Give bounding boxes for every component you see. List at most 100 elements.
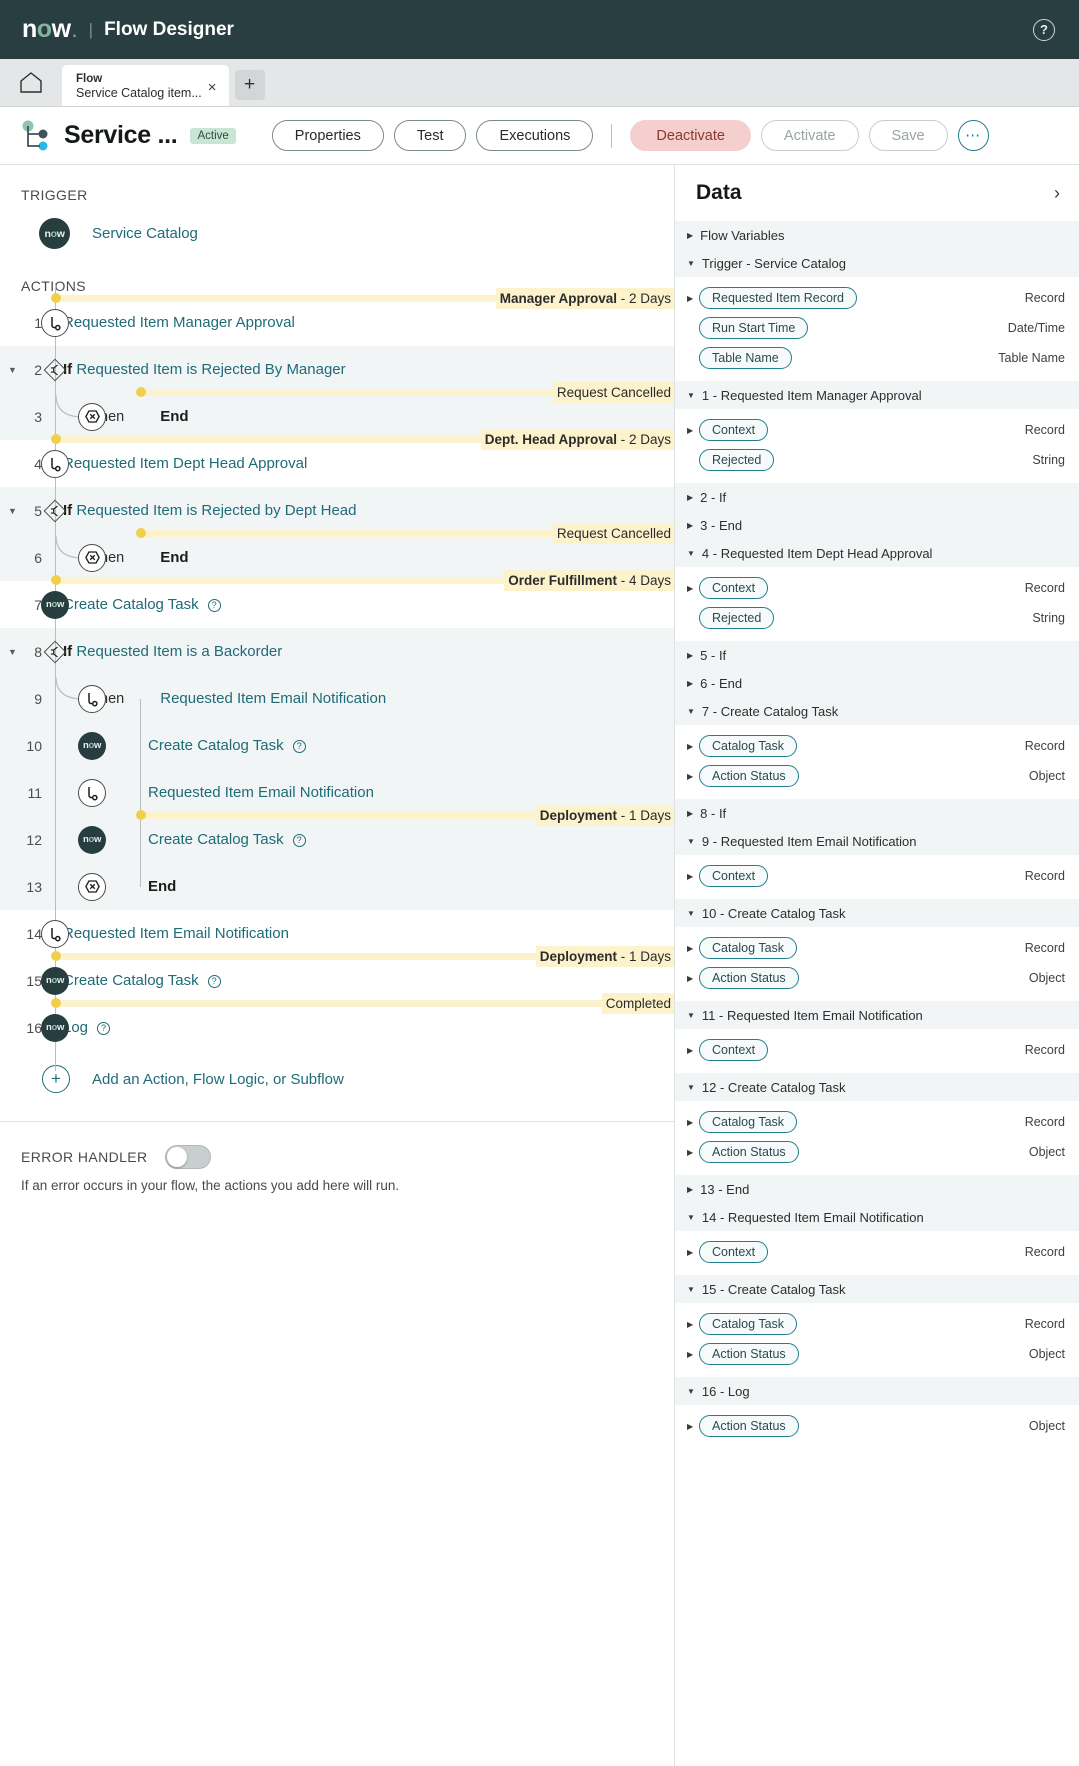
- triangle-right-icon[interactable]: ▶: [687, 426, 699, 435]
- triangle-down-icon[interactable]: ▼: [687, 1011, 695, 1020]
- step-label[interactable]: Requested Item Email Notification: [63, 925, 289, 942]
- triangle-right-icon[interactable]: ▶: [687, 872, 699, 881]
- step-label[interactable]: If Requested Item is Rejected By Manager: [63, 361, 346, 378]
- triangle-down-icon[interactable]: ▼: [687, 1083, 695, 1092]
- step-label[interactable]: Requested Item Email Notification: [148, 784, 374, 801]
- help-icon[interactable]: ?: [207, 598, 221, 612]
- data-group-header[interactable]: ▼ 15 - Create Catalog Task: [675, 1275, 1079, 1303]
- data-variable-chip[interactable]: Action Status: [699, 967, 799, 989]
- step-label[interactable]: Create Catalog Task?: [148, 831, 306, 848]
- error-handler-toggle[interactable]: [164, 1145, 211, 1169]
- help-icon[interactable]: ?: [1033, 18, 1055, 41]
- data-variable-row[interactable]: ▶ Catalog Task Record: [675, 731, 1079, 761]
- help-icon[interactable]: ?: [97, 1021, 111, 1035]
- data-variable-chip[interactable]: Requested Item Record: [699, 287, 858, 309]
- step-label[interactable]: Requested Item Dept Head Approval: [63, 455, 307, 472]
- triangle-down-icon[interactable]: ▼: [687, 1387, 695, 1396]
- data-variable-chip[interactable]: Action Status: [699, 1343, 799, 1365]
- triangle-down-icon[interactable]: ▼: [687, 259, 695, 268]
- data-variable-chip[interactable]: Context: [699, 865, 769, 887]
- data-variable-chip[interactable]: Rejected: [699, 607, 775, 629]
- data-variable-row[interactable]: ▶ Action Status Object: [675, 1339, 1079, 1369]
- triangle-right-icon[interactable]: ▶: [687, 679, 693, 688]
- data-variable-chip[interactable]: Action Status: [699, 1415, 799, 1437]
- help-icon[interactable]: ?: [292, 739, 306, 753]
- data-variable-chip[interactable]: Catalog Task: [699, 937, 798, 959]
- data-variable-row[interactable]: ▶ Action Status Object: [675, 1137, 1079, 1167]
- data-variable-row[interactable]: ▶Table NameTable Name: [675, 343, 1079, 373]
- data-group-header[interactable]: ▶ 2 - If: [675, 483, 1079, 511]
- triangle-right-icon[interactable]: ▶: [687, 493, 693, 502]
- plus-icon[interactable]: +: [42, 1065, 70, 1093]
- data-variable-row[interactable]: ▶ Context Record: [675, 415, 1079, 445]
- data-variable-chip[interactable]: Context: [699, 419, 769, 441]
- data-group-header[interactable]: ▼ Trigger - Service Catalog: [675, 249, 1079, 277]
- data-variable-chip[interactable]: Catalog Task: [699, 735, 798, 757]
- collapse-caret-icon[interactable]: ▼: [8, 365, 17, 375]
- step-label[interactable]: If Requested Item is a Backorder: [63, 643, 282, 660]
- triangle-down-icon[interactable]: ▼: [687, 1285, 695, 1294]
- test-button[interactable]: Test: [393, 120, 467, 151]
- triangle-right-icon[interactable]: ▶: [687, 231, 693, 240]
- flow-step-row[interactable]: Dept. Head Approval - 2 Days 4 Requested I…: [0, 428, 674, 487]
- data-group-header[interactable]: ▶ 13 - End: [675, 1175, 1079, 1203]
- triangle-right-icon[interactable]: ▶: [687, 1422, 699, 1431]
- data-group-header[interactable]: ▶ Flow Variables: [675, 221, 1079, 249]
- triangle-right-icon[interactable]: ▶: [687, 521, 693, 530]
- data-variable-row[interactable]: ▶ Context Record: [675, 1035, 1079, 1065]
- flow-tab[interactable]: Flow Service Catalog item... ×: [62, 65, 229, 106]
- step-label[interactable]: End: [160, 549, 188, 566]
- triangle-down-icon[interactable]: ▼: [687, 837, 695, 846]
- triangle-right-icon[interactable]: ▶: [687, 742, 699, 751]
- flow-step-row[interactable]: ▼ 8 If Requested Item is a Backorder: [0, 628, 674, 675]
- data-group-header[interactable]: ▼ 14 - Requested Item Email Notification: [675, 1203, 1079, 1231]
- step-label[interactable]: End: [148, 878, 176, 895]
- data-variable-chip[interactable]: Catalog Task: [699, 1313, 798, 1335]
- triangle-right-icon[interactable]: ▶: [687, 1046, 699, 1055]
- triangle-right-icon[interactable]: ▶: [687, 1185, 693, 1194]
- triangle-right-icon[interactable]: ▶: [687, 772, 699, 781]
- chevron-right-icon[interactable]: ›: [1054, 183, 1060, 204]
- triangle-down-icon[interactable]: ▼: [687, 1213, 695, 1222]
- triangle-right-icon[interactable]: ▶: [687, 294, 699, 303]
- data-group-header[interactable]: ▼ 4 - Requested Item Dept Head Approval: [675, 539, 1079, 567]
- flow-step-row[interactable]: 10 n o w Create Catalog Task?: [0, 722, 674, 769]
- triangle-right-icon[interactable]: ▶: [687, 584, 699, 593]
- data-variable-row[interactable]: ▶ Action Status Object: [675, 1411, 1079, 1441]
- data-variable-row[interactable]: ▶ Catalog Task Record: [675, 1107, 1079, 1137]
- flow-step-row[interactable]: 13 End: [0, 863, 674, 910]
- data-variable-row[interactable]: ▶ Catalog Task Record: [675, 1309, 1079, 1339]
- data-variable-row[interactable]: ▶ Requested Item Record Record: [675, 283, 1079, 313]
- data-variable-row[interactable]: ▶ Action Status Object: [675, 761, 1079, 791]
- data-group-header[interactable]: ▶ 8 - If: [675, 799, 1079, 827]
- add-action-label[interactable]: Add an Action, Flow Logic, or Subflow: [92, 1071, 344, 1088]
- data-variable-chip[interactable]: Context: [699, 1241, 769, 1263]
- data-variable-row[interactable]: ▶Run Start TimeDate/Time: [675, 313, 1079, 343]
- triangle-down-icon[interactable]: ▼: [687, 391, 695, 400]
- data-variable-chip[interactable]: Catalog Task: [699, 1111, 798, 1133]
- step-label[interactable]: Create Catalog Task?: [148, 737, 306, 754]
- flow-step-row[interactable]: Completed 16 n o w Log?: [0, 992, 674, 1051]
- data-variable-row[interactable]: ▶ Catalog Task Record: [675, 933, 1079, 963]
- executions-button[interactable]: Executions: [476, 120, 594, 151]
- triangle-down-icon[interactable]: ▼: [687, 707, 695, 716]
- data-variable-row[interactable]: ▶RejectedString: [675, 603, 1079, 633]
- triangle-right-icon[interactable]: ▶: [687, 1248, 699, 1257]
- help-icon[interactable]: ?: [207, 974, 221, 988]
- triangle-right-icon[interactable]: ▶: [687, 809, 693, 818]
- flow-step-row[interactable]: Manager Approval - 2 Days 1 Requested Item…: [0, 287, 674, 346]
- data-group-header[interactable]: ▼ 1 - Requested Item Manager Approval: [675, 381, 1079, 409]
- step-label[interactable]: If Requested Item is Rejected by Dept He…: [63, 502, 357, 519]
- data-group-header[interactable]: ▶ 5 - If: [675, 641, 1079, 669]
- triangle-right-icon[interactable]: ▶: [687, 1148, 699, 1157]
- data-variable-chip[interactable]: Action Status: [699, 1141, 799, 1163]
- more-options-icon[interactable]: ⋯: [957, 120, 989, 151]
- trigger-row[interactable]: now Service Catalog: [39, 218, 198, 249]
- data-variable-chip[interactable]: Run Start Time: [699, 317, 809, 339]
- triangle-right-icon[interactable]: ▶: [687, 974, 699, 983]
- data-variable-row[interactable]: ▶ Context Record: [675, 573, 1079, 603]
- properties-button[interactable]: Properties: [271, 120, 384, 151]
- triangle-right-icon[interactable]: ▶: [687, 944, 699, 953]
- data-variable-row[interactable]: ▶ Action Status Object: [675, 963, 1079, 993]
- data-variable-chip[interactable]: Action Status: [699, 765, 799, 787]
